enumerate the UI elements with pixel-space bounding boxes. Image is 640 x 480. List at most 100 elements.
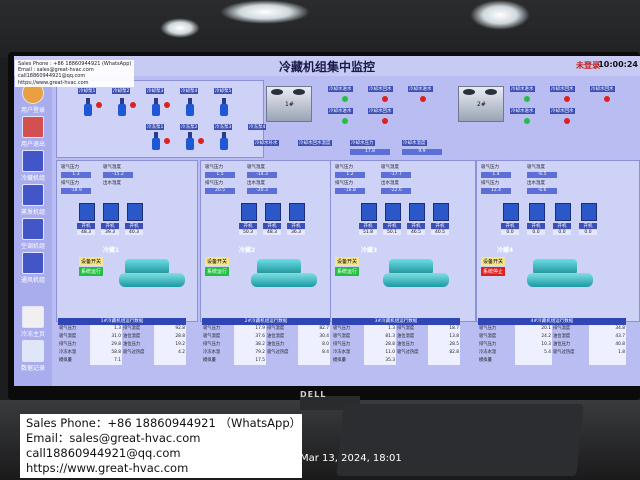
status-badge[interactable]: 系统停止 — [481, 267, 506, 276]
status-light — [342, 96, 348, 102]
status-light — [564, 96, 570, 102]
compressor-value: 39.3 — [101, 230, 119, 235]
sidebar-item-cold-unit[interactable]: 冷藏机组 — [16, 150, 50, 182]
compressor-icon[interactable] — [409, 203, 425, 221]
param-label: 吸气压力 — [481, 165, 499, 170]
compressor-icon[interactable] — [581, 203, 597, 221]
compressor-icon[interactable] — [265, 203, 281, 221]
table-row: 排气压力 29.8 油位压力 19.2 — [59, 341, 186, 349]
table-row: 吸气压力 1.3 排气温度 18.7 — [333, 325, 460, 333]
sidebar-item-logout[interactable]: 用户退出 — [16, 116, 50, 148]
monitor-brand: DELL — [300, 390, 327, 399]
compressor-icon[interactable] — [529, 203, 545, 221]
table-title: 1#冷藏机组运行数据 — [58, 318, 186, 325]
compressor-icon[interactable] — [555, 203, 571, 221]
ceiling-light — [160, 18, 200, 38]
pump-row-1: 冷却泵1 冷却泵2 冷却泵3 冷却泵4 冷却泵5 — [64, 86, 264, 126]
sidebar-item-records[interactable]: 数据记录 — [16, 340, 50, 372]
param-label: 吸气温度 — [103, 165, 121, 170]
status-light — [164, 102, 170, 108]
pump-icon[interactable] — [218, 98, 230, 118]
pump-label: 冷却泵2 — [112, 88, 131, 94]
unit-name: 冷藏2 — [239, 247, 256, 254]
compressor-state: 开机 — [527, 223, 545, 229]
status-label: 冷却水进水 — [328, 86, 353, 92]
compressor-icon[interactable] — [385, 203, 401, 221]
status-badge[interactable]: 系统运行 — [79, 267, 104, 276]
tower-status-grid-b: 冷却水进水 冷却水回水 冷却水回水 冷却水进水 冷却水回水 — [508, 84, 638, 136]
pump-icon[interactable] — [218, 132, 230, 152]
pump-icon[interactable] — [184, 132, 196, 152]
keyboard — [336, 404, 584, 476]
sidebar: 用户登录 用户退出 冷藏机组 蒸发机组 空调机组 通风机组 冷冻主页 数据记录 — [14, 76, 52, 386]
status-label: 冷却水进水 — [408, 86, 433, 92]
status-badge[interactable]: 系统运行 — [205, 267, 230, 276]
compressor-icon[interactable] — [433, 203, 449, 221]
compressor-icon[interactable] — [127, 203, 143, 221]
login-status[interactable]: 未登录 — [576, 60, 600, 71]
compressor-icon[interactable] — [241, 203, 257, 221]
sidebar-item-ac-unit[interactable]: 空调机组 — [16, 218, 50, 250]
compressor-value: 40.5 — [431, 230, 449, 235]
status-light — [342, 118, 348, 124]
param-label: 排气压力 — [335, 181, 353, 186]
status-light — [524, 96, 530, 102]
table-row: 排气压力 28.8 油位压力 28.5 — [333, 341, 460, 349]
compressor-state: 开机 — [383, 223, 401, 229]
param-label: 吸气压力 — [205, 165, 223, 170]
param-value: -22.6 — [381, 188, 411, 194]
status-label: 设备开关 — [481, 257, 506, 266]
status-label: 设备开关 — [205, 257, 230, 266]
param-value: 1.5 — [205, 172, 235, 178]
sidebar-item-label: 蒸发机组 — [20, 209, 45, 216]
sidebar-item-home[interactable]: 冷冻主页 — [16, 306, 50, 338]
table-row: 排气压力 10.3 油位压力 40.8 — [479, 341, 626, 349]
status-label: 设备开关 — [335, 257, 360, 266]
status-badge[interactable]: 系统运行 — [335, 267, 360, 276]
fan-icon — [22, 252, 44, 274]
compressor-unit-image — [115, 255, 187, 291]
status-label: 冷却水回水 — [550, 86, 575, 92]
table-row: 模拟量 17.5 — [202, 357, 330, 365]
param-value: 12.4 — [481, 188, 511, 194]
system-water-row: 冷却水补水 冷却水回水温度 冷却水压力 冷却水温度 17.8 9.9 — [254, 140, 474, 160]
cooling-tower-2[interactable]: 2# — [458, 86, 504, 122]
scada-screen: 冷藏机组集中监控 未登录 10:00:24 用户登录 用户退出 冷藏机组 蒸发机… — [14, 56, 640, 386]
pump-label: 冷却泵5 — [214, 88, 233, 94]
compressor-icon[interactable] — [503, 203, 519, 221]
status-label: 冷却水回水 — [368, 108, 393, 114]
unit-data-table-1: 1#冷藏机组运行数据 吸气压力 1.3 排气温度 92.8 吸气温度 31.0 油位温度 2… — [58, 318, 186, 365]
param-value: -20.3 — [247, 188, 277, 194]
sidebar-item-evap-unit[interactable]: 蒸发机组 — [16, 184, 50, 216]
pump-icon[interactable] — [150, 98, 162, 118]
compressor-icon[interactable] — [361, 203, 377, 221]
table-row: 吸气压力 17.9 排气温度 82.7 — [203, 325, 330, 333]
ceiling-light — [220, 0, 310, 24]
unit-name: 冷藏3 — [361, 247, 378, 254]
compressor-state: 开机 — [501, 223, 519, 229]
table-row: 吸气温度 31.0 油位温度 28.8 — [59, 333, 186, 341]
param-label: 吸气压力 — [335, 165, 353, 170]
table-row: 吸气压力 1.3 排气温度 92.8 — [59, 325, 186, 333]
compressor-value: 50.3 — [239, 230, 257, 235]
table-row: 模拟量 — [478, 357, 626, 365]
photo-timestamp: Mar 13, 2024, 18:01 — [300, 453, 402, 464]
compressor-unit-image — [247, 255, 319, 291]
pump-icon[interactable] — [116, 98, 128, 118]
param-value: 20.5 — [205, 188, 235, 194]
compressor-value: 50.1 — [383, 230, 401, 235]
pump-icon[interactable] — [184, 98, 196, 118]
sidebar-item-vent-unit[interactable]: 通风机组 — [16, 252, 50, 284]
pump-label: 冷冻泵1 — [146, 124, 165, 130]
cooling-tower-1[interactable]: 1# — [266, 86, 312, 122]
table-title: 3#冷藏机组运行数据 — [332, 318, 460, 325]
pump-icon[interactable] — [82, 98, 94, 118]
unit-panel-4: 吸气压力 1.4 吸气温度 -6.5 排气压力 12.4 出水温度 -6.6 开… — [476, 160, 640, 322]
compressor-icon[interactable] — [103, 203, 119, 221]
pump-label: 冷冻泵4 — [248, 124, 267, 130]
pump-icon[interactable] — [150, 132, 162, 152]
compressor-icon[interactable] — [289, 203, 305, 221]
compressor-icon[interactable] — [79, 203, 95, 221]
param-label: 出水温度 — [527, 181, 545, 186]
sidebar-item-label: 冷藏机组 — [20, 175, 45, 182]
